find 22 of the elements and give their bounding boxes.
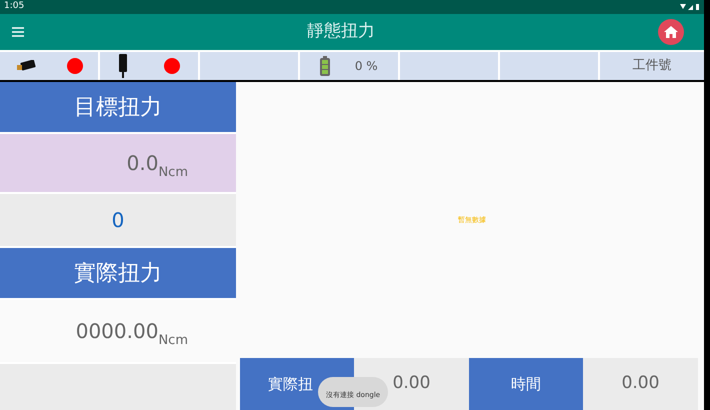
usb-dongle-icon [16, 60, 36, 72]
work-id-label: 工件號 [632, 57, 672, 76]
target-unit: Ncm [158, 164, 188, 182]
actual-label: 實際扭力 [74, 260, 162, 288]
count-value: 0 [112, 207, 124, 234]
home-icon [664, 26, 678, 38]
menu-icon[interactable] [12, 27, 24, 37]
field-label: 實際扭 [268, 374, 313, 395]
battery-reading: 0 % [354, 58, 378, 75]
app-title: 靜態扭力 [307, 20, 375, 44]
clock: 1:05 [4, 0, 24, 14]
connector-icon [118, 54, 128, 78]
target-value: 0.0 [126, 150, 158, 177]
field-value: 0.00 [392, 372, 430, 396]
field-value: 0.00 [622, 372, 660, 396]
actual-unit: Ncm [158, 332, 188, 350]
home-button[interactable] [658, 19, 684, 45]
field-label: 時間 [511, 374, 541, 395]
actual-value: 0000.00 [76, 318, 158, 345]
battery-icon [320, 56, 330, 76]
signal-icon [680, 3, 700, 11]
target-label: 目標扭力 [74, 94, 162, 122]
